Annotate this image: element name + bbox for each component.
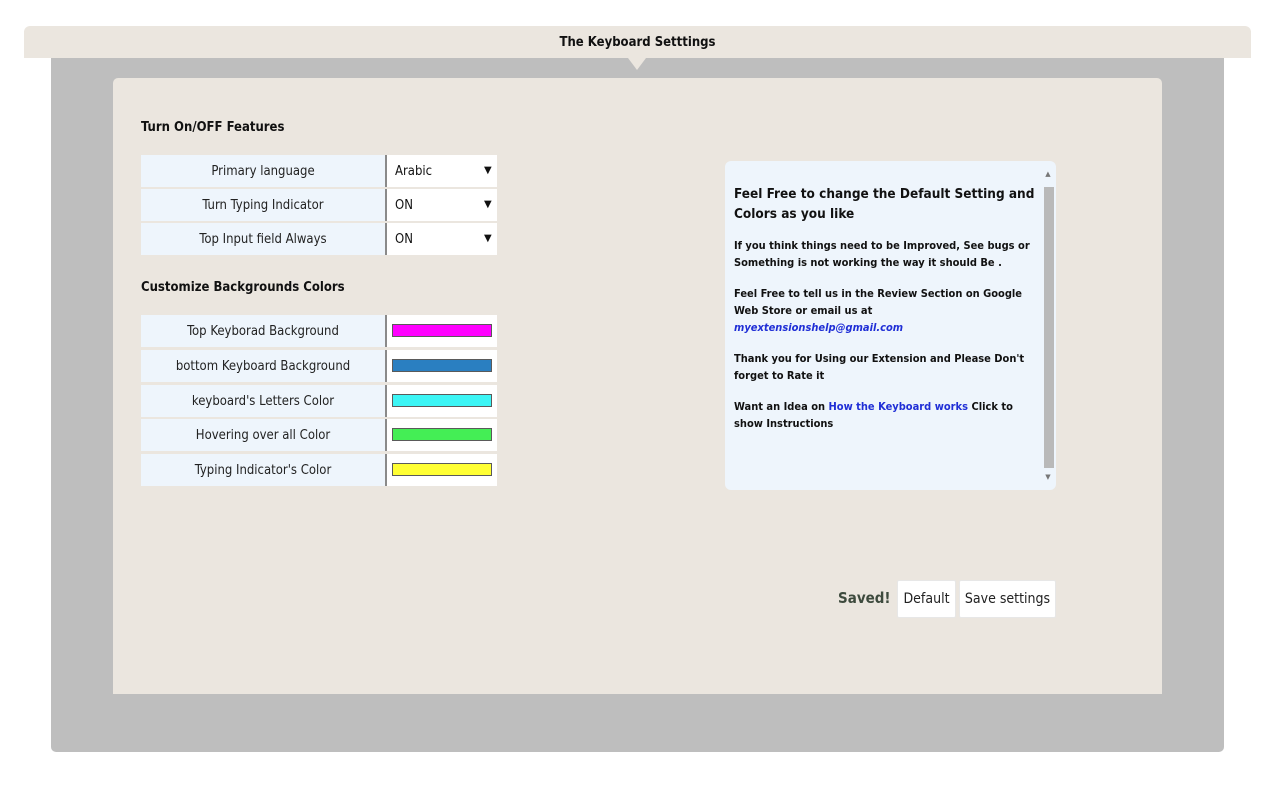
info-paragraph: Thank you for Using our Extension and Pl… [734, 352, 1025, 382]
save-settings-button[interactable]: Save settings [959, 580, 1056, 618]
info-heading: Feel Free to change the Default Setting … [734, 186, 1035, 222]
saved-status: Saved! [838, 589, 891, 607]
feature-label: Turn Typing Indicator [141, 189, 387, 221]
color-row-hovering-color: Hovering over all Color [141, 419, 497, 451]
color-swatch [392, 463, 492, 476]
dropdown-arrow-icon: ▼ [484, 233, 492, 244]
default-button[interactable]: Default [897, 580, 956, 618]
info-paragraph: If you think things need to be Improved,… [734, 239, 1030, 269]
color-swatch [392, 324, 492, 337]
info-text: Want an Idea on [734, 400, 829, 413]
color-label: keyboard's Letters Color [141, 385, 387, 417]
feature-label: Top Input field Always [141, 223, 387, 255]
top-input-field-select[interactable]: ON ▼ [387, 223, 497, 255]
color-row-typing-indicator-color: Typing Indicator's Color [141, 454, 497, 486]
typing-indicator-color-picker[interactable] [387, 454, 497, 486]
color-swatch [392, 394, 492, 407]
feature-row-top-input-field: Top Input field Always ON ▼ [141, 223, 497, 255]
colors-section-title: Customize Backgrounds Colors [141, 280, 345, 295]
color-label: Typing Indicator's Color [141, 454, 387, 486]
primary-language-select[interactable]: Arabic ▼ [387, 155, 497, 187]
color-label: Hovering over all Color [141, 419, 387, 451]
info-paragraph: Feel Free to tell us in the Review Secti… [734, 285, 1036, 336]
color-swatch [392, 428, 492, 441]
color-label: Top Keyborad Background [141, 315, 387, 347]
hovering-color-picker[interactable] [387, 419, 497, 451]
color-swatch [392, 359, 492, 372]
title-pointer-arrow [628, 58, 646, 70]
info-paragraph: Want an Idea on How the Keyboard works C… [734, 398, 1036, 432]
typing-indicator-select[interactable]: ON ▼ [387, 189, 497, 221]
dropdown-arrow-icon: ▼ [484, 165, 492, 176]
scrollbar-thumb[interactable] [1044, 187, 1054, 468]
feature-row-primary-language: Primary language Arabic ▼ [141, 155, 497, 187]
scroll-down-arrow-icon[interactable]: ▼ [1042, 472, 1054, 482]
select-value: ON [395, 231, 413, 247]
page-title: The Keyboard Setttings [559, 34, 716, 50]
top-keyboard-color-picker[interactable] [387, 315, 497, 347]
email-link[interactable]: myextensionshelp@gmail.com [734, 321, 903, 334]
color-row-letters-color: keyboard's Letters Color [141, 385, 497, 417]
info-box[interactable]: Feel Free to change the Default Setting … [725, 161, 1056, 490]
info-scrollbar[interactable]: ▲ ▼ [1042, 165, 1054, 486]
bottom-keyboard-color-picker[interactable] [387, 350, 497, 382]
features-section-title: Turn On/OFF Features [141, 120, 285, 135]
select-value: Arabic [395, 163, 433, 179]
info-content: Feel Free to change the Default Setting … [734, 184, 1036, 446]
dropdown-arrow-icon: ▼ [484, 199, 492, 210]
page-title-bar: The Keyboard Setttings [24, 26, 1251, 58]
color-row-top-keyboard-background: Top Keyborad Background [141, 315, 497, 347]
feature-row-typing-indicator: Turn Typing Indicator ON ▼ [141, 189, 497, 221]
settings-panel: Turn On/OFF Features Primary language Ar… [113, 78, 1162, 694]
letters-color-picker[interactable] [387, 385, 497, 417]
color-row-bottom-keyboard-background: bottom Keyboard Background [141, 350, 497, 382]
feature-label: Primary language [141, 155, 387, 187]
select-value: ON [395, 197, 413, 213]
instructions-link[interactable]: How the Keyboard works [828, 400, 968, 413]
info-text: Feel Free to tell us in the Review Secti… [734, 287, 1023, 317]
color-label: bottom Keyboard Background [141, 350, 387, 382]
scroll-up-arrow-icon[interactable]: ▲ [1042, 169, 1054, 179]
